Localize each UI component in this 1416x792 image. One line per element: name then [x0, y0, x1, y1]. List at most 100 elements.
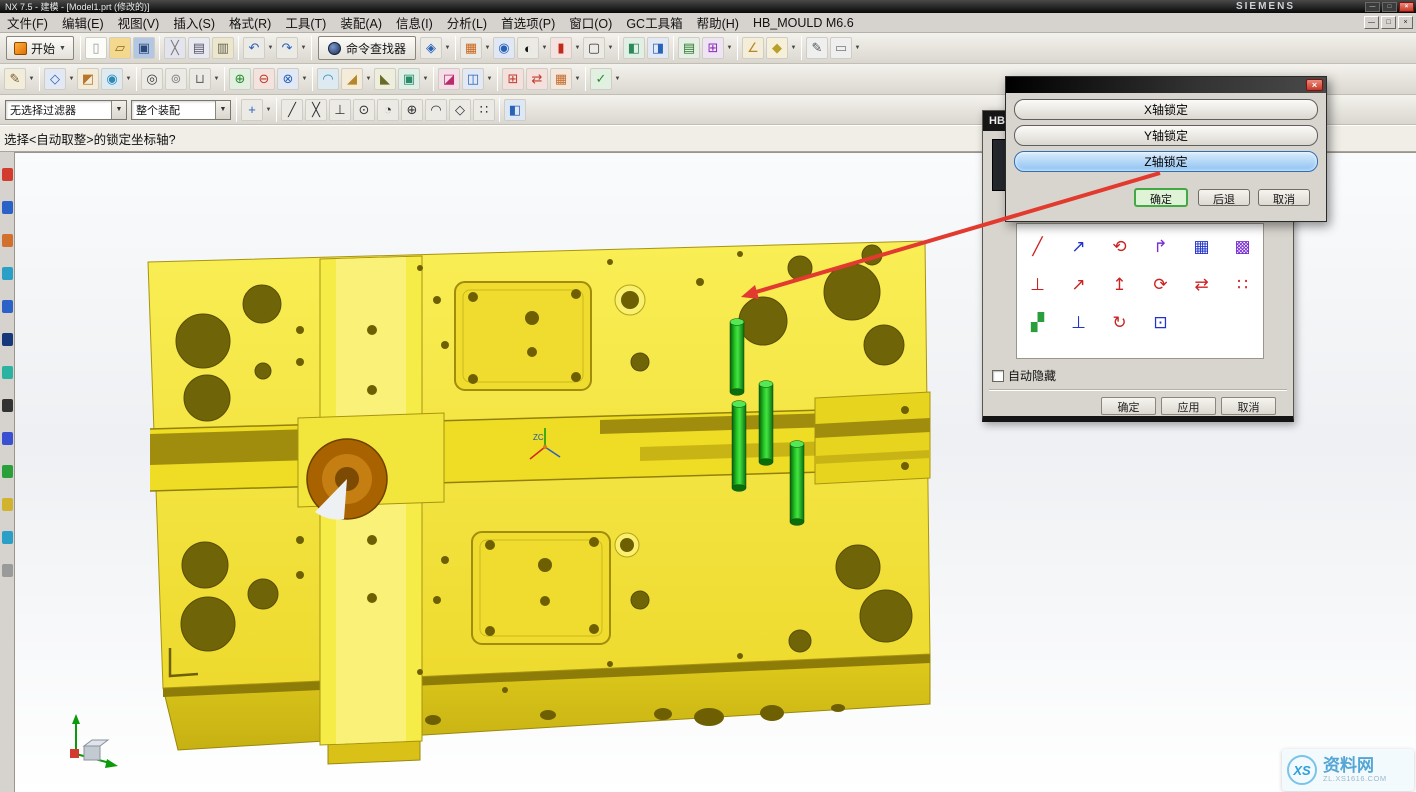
trim-body-icon[interactable]: ◪ [438, 68, 460, 90]
hole-icon[interactable]: ◎ [141, 68, 163, 90]
pattern-face-dropdown-arrow[interactable]: ▼ [573, 68, 582, 90]
menu-item[interactable]: 工具(T) [278, 13, 333, 32]
autohide-checkbox[interactable] [992, 370, 1004, 382]
revolve-dropdown-arrow[interactable]: ▼ [124, 68, 133, 90]
chamfer-icon[interactable]: ◢ [341, 68, 363, 90]
menu-item[interactable]: 帮助(H) [690, 13, 746, 32]
point-to-point-icon[interactable]: ↗ [1071, 237, 1085, 257]
web-browser-icon[interactable] [2, 333, 13, 346]
materials-icon[interactable]: ◆ [766, 37, 788, 59]
menu-item[interactable]: 文件(F) [0, 13, 55, 32]
snap-endpoint-icon[interactable]: ╱ [281, 99, 303, 121]
datum-plane-icon[interactable]: ◇ [44, 68, 66, 90]
revolve-icon[interactable]: ◉ [101, 68, 123, 90]
menu-item[interactable]: 信息(I) [389, 13, 440, 32]
cut-icon[interactable]: ╳ [164, 37, 186, 59]
assembly-navigator-icon[interactable] [2, 168, 13, 181]
selection-scope-arrow[interactable]: ▼ [215, 101, 230, 119]
pattern-object-icon[interactable]: ◨ [647, 37, 669, 59]
constraint-navigator-icon[interactable] [2, 201, 13, 214]
dialog-apply-button[interactable]: 应用 [1161, 397, 1216, 415]
doc-minimize-button[interactable]: — [1364, 16, 1379, 29]
undo-dropdown-arrow[interactable]: ▼ [266, 37, 275, 59]
menu-item[interactable]: GC工具箱 [619, 13, 689, 32]
info-icon[interactable]: ◈ [420, 37, 442, 59]
axis-dialog-titlebar[interactable]: × [1006, 77, 1326, 93]
system-scene-icon[interactable] [2, 498, 13, 511]
x-axis-lock-button[interactable]: X轴锁定 [1014, 99, 1318, 120]
measure-icon[interactable]: ∠ [742, 37, 764, 59]
dialog-cancel-button[interactable]: 取消 [1221, 397, 1276, 415]
pocket-dropdown-arrow[interactable]: ▼ [212, 68, 221, 90]
project-down-icon[interactable]: ⊥ [1071, 313, 1086, 333]
sphere-display-icon[interactable]: ◉ [493, 37, 515, 59]
manufacturing-wizard-icon[interactable] [2, 432, 13, 445]
menu-item[interactable]: 装配(A) [333, 13, 389, 32]
touch-mode-icon[interactable] [2, 531, 13, 544]
start-button[interactable]: 开始 ▼ [6, 36, 74, 60]
info-dropdown-arrow[interactable]: ▼ [443, 37, 452, 59]
redo-dropdown-arrow[interactable]: ▼ [299, 37, 308, 59]
line-angle-icon[interactable]: ╱ [1032, 237, 1042, 257]
reuse-library-icon[interactable] [2, 267, 13, 280]
snap-arc-center-icon[interactable]: ⊙ [353, 99, 375, 121]
poly-pattern-icon[interactable]: ▩ [1234, 237, 1250, 257]
axis-ok-button[interactable]: 确定 [1134, 188, 1188, 207]
paste-icon[interactable]: ▥ [212, 37, 234, 59]
roles-icon[interactable] [2, 465, 13, 478]
rotate-axis-icon[interactable]: ↻ [1112, 313, 1126, 333]
new-file-icon[interactable]: ▯ [85, 37, 107, 59]
bounds-icon[interactable]: ▭ [830, 37, 852, 59]
doc-restore-button[interactable]: □ [1381, 16, 1396, 29]
analysis-bars-dropdown-arrow[interactable]: ▼ [573, 37, 582, 59]
copy-icon[interactable]: ▤ [188, 37, 210, 59]
snap-midpoint-icon[interactable]: ╳ [305, 99, 327, 121]
shell-dropdown-arrow[interactable]: ▼ [421, 68, 430, 90]
rotate-to-point-icon[interactable]: ↱ [1153, 237, 1167, 257]
pattern-face-icon[interactable]: ▦ [550, 68, 572, 90]
app-minimize-button[interactable]: — [1365, 2, 1380, 12]
rect-pattern-icon[interactable]: ▦ [1193, 237, 1209, 257]
snap-grid-icon[interactable]: ∷ [473, 99, 495, 121]
snap-on-curve-icon[interactable]: ◠ [425, 99, 447, 121]
relations-icon[interactable]: ⊞ [702, 37, 724, 59]
window-display-dropdown-arrow[interactable]: ▼ [606, 37, 615, 59]
box-zoom-icon[interactable]: ⊡ [1153, 313, 1167, 333]
doc-close-button[interactable]: × [1398, 16, 1413, 29]
scatter-pattern-icon[interactable]: ∷ [1237, 275, 1248, 295]
close-icon[interactable]: × [1306, 79, 1323, 91]
hd3d-tools-icon[interactable] [2, 300, 13, 313]
snap-point-dropdown-arrow[interactable]: ▼ [264, 99, 273, 121]
subtract-icon[interactable]: ⊖ [253, 68, 275, 90]
pocket-icon[interactable]: ⊔ [189, 68, 211, 90]
menu-item[interactable]: 格式(R) [222, 13, 278, 32]
split-body-icon[interactable]: ◫ [462, 68, 484, 90]
view-layout-icon[interactable]: ▦ [460, 37, 482, 59]
synchronous-modeling-dropdown-arrow[interactable]: ▼ [613, 68, 622, 90]
rotate-cw-icon[interactable]: ⟳ [1153, 275, 1167, 295]
relations-dropdown-arrow[interactable]: ▼ [725, 37, 734, 59]
sketch-icon[interactable]: ✎ [4, 68, 26, 90]
selection-filter-arrow[interactable]: ▼ [111, 101, 126, 119]
menu-item[interactable]: 首选项(P) [494, 13, 562, 32]
history-icon[interactable] [2, 366, 13, 379]
extrude-icon[interactable]: ◩ [77, 68, 99, 90]
unite-icon[interactable]: ⊕ [229, 68, 251, 90]
window-display-icon[interactable]: ▢ [583, 37, 605, 59]
selection-filter-combo[interactable]: 无选择过滤器 ▼ [5, 100, 127, 120]
menu-item[interactable]: 窗口(O) [562, 13, 619, 32]
save-icon[interactable]: ▣ [133, 37, 155, 59]
datum-plane-dropdown-arrow[interactable]: ▼ [67, 68, 76, 90]
undo-icon[interactable]: ↶ [243, 37, 265, 59]
swap-direction-icon[interactable]: ⇄ [1194, 275, 1208, 295]
redo-icon[interactable]: ↷ [276, 37, 298, 59]
axis-back-button[interactable]: 后退 [1198, 189, 1250, 206]
bounds-dropdown-arrow[interactable]: ▼ [853, 37, 862, 59]
selection-scope-combo[interactable]: 整个装配 ▼ [131, 100, 231, 120]
synchronous-modeling-icon[interactable]: ✓ [590, 68, 612, 90]
move-point-icon[interactable]: ↥ [1112, 275, 1126, 295]
view-orient-icon[interactable]: ◧ [504, 99, 526, 121]
boss-icon[interactable]: ⊚ [165, 68, 187, 90]
app-close-button[interactable]: × [1399, 2, 1414, 12]
analysis-bars-icon[interactable]: ▮ [550, 37, 572, 59]
